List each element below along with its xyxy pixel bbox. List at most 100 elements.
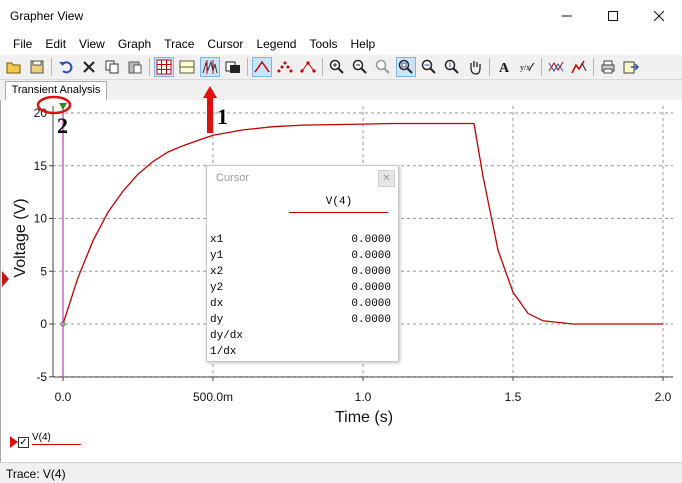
maximize-button[interactable] (590, 0, 636, 32)
x-tick-label: 2.0 (655, 390, 672, 404)
zoom-in-icon (329, 59, 344, 74)
text-a-icon: A (499, 61, 510, 75)
cursor-row-label: y1 (210, 250, 224, 262)
y-tick-label: 10 (34, 212, 48, 226)
zoom-x-button[interactable] (419, 57, 439, 77)
legend-label: V(4) (32, 432, 51, 443)
open-folder-icon (6, 62, 21, 74)
zoom-out-icon (352, 59, 367, 74)
svg-text:A: A (499, 61, 510, 75)
x-axis-label: Time (s) (335, 409, 393, 426)
cursor-panel-title: Cursor (216, 172, 250, 184)
y-tick-label: -5 (36, 370, 47, 384)
annotation-number-2: 2 (57, 113, 68, 138)
cursor-row: dy 0.0000 (210, 314, 391, 330)
x-tick-label: 1.5 (505, 390, 522, 404)
toolbar: A y/x (0, 55, 682, 80)
cursor-row-value: 0.0000 (351, 314, 391, 326)
y-tick-label: 15 (34, 159, 48, 173)
points-icon (277, 61, 293, 73)
check-icon: ✓ (19, 437, 28, 448)
text-button[interactable]: A (494, 57, 514, 77)
cursor-row: y2 0.0000 (210, 282, 391, 298)
paste-icon (128, 61, 142, 74)
menu-edit[interactable]: Edit (39, 34, 73, 54)
cursor-row-label: 1/dx (210, 346, 237, 358)
x-tick-label: 1.0 (355, 390, 372, 404)
legend-checkbox-v4[interactable]: ✓ (18, 437, 29, 448)
menu-help[interactable]: Help (345, 34, 383, 54)
close-icon (654, 11, 664, 21)
menu-cursor[interactable]: Cursor (201, 34, 250, 54)
grid-toggle-button[interactable] (154, 57, 174, 77)
save-button[interactable] (27, 57, 47, 77)
status-text: Trace: V(4) (6, 467, 66, 481)
zoom-y-icon (444, 59, 459, 74)
zoom-area-icon (398, 59, 413, 74)
cursor-row: dy/dx (210, 330, 391, 346)
cursor-toggle-button[interactable] (200, 57, 220, 77)
zoom-area-button[interactable] (396, 57, 416, 77)
zoom-y-button[interactable] (442, 57, 462, 77)
paste-button[interactable] (125, 57, 145, 77)
cursor-row-label: x2 (210, 266, 224, 278)
cursor-layer[interactable] (59, 103, 67, 377)
cursor-panel-close-button[interactable]: ✕ (378, 170, 395, 187)
annotation-circle (36, 95, 72, 115)
line-points-icon (300, 61, 316, 73)
text-format-button[interactable]: y/x (517, 57, 537, 77)
menu-graph[interactable]: Graph (112, 34, 158, 54)
menu-tools[interactable]: Tools (303, 34, 344, 54)
minimize-icon (562, 15, 572, 17)
legend: ✓ V(4) (10, 432, 110, 452)
cursor-row-label: dy/dx (210, 330, 244, 342)
open-button[interactable] (4, 57, 24, 77)
menu-file[interactable]: File (7, 34, 39, 54)
copy-button[interactable] (102, 57, 122, 77)
zoom-in-button[interactable] (327, 57, 347, 77)
cursor-row-label: dx (210, 298, 224, 310)
undo-button[interactable] (56, 57, 76, 77)
pan-hand-icon (470, 61, 481, 75)
undo-icon (59, 61, 73, 74)
text-format-icon: y/x (520, 62, 535, 72)
menu-view[interactable]: View (73, 34, 112, 54)
menu-legend[interactable]: Legend (250, 34, 303, 54)
peak-line-button[interactable] (252, 57, 272, 77)
pan-button[interactable] (465, 57, 485, 77)
save-disk-icon (30, 60, 44, 74)
y-axis-label: Voltage (V) (12, 198, 29, 277)
cursor-row-value: 0.0000 (351, 234, 391, 246)
title-bar: Grapher View (0, 0, 682, 32)
zoom-extent-button[interactable] (373, 57, 393, 77)
split-panel-icon (179, 60, 195, 74)
legend-marker (10, 436, 18, 448)
overlay-button[interactable] (223, 57, 243, 77)
menu-bar: File Edit View Graph Trace Cursor Legend… (0, 33, 682, 55)
cross-trace-icon (548, 61, 564, 72)
cross-trace-button[interactable] (546, 57, 566, 77)
export-button[interactable] (621, 57, 641, 77)
grid-icon (156, 59, 172, 75)
line-points-button[interactable] (298, 57, 318, 77)
cursor-toggle-icon (202, 60, 218, 74)
delete-button[interactable] (79, 57, 99, 77)
cursor-row: 1/dx (210, 346, 391, 362)
cursor-row-label: y2 (210, 282, 224, 294)
annotation-number-1: 1 (217, 104, 228, 129)
y-tick-label: 5 (40, 264, 47, 278)
copy-icon (105, 60, 119, 74)
points-button[interactable] (275, 57, 295, 77)
left-cursor-marker[interactable] (2, 271, 9, 287)
trace-style-button[interactable] (569, 57, 589, 77)
cursor-panel: Cursor ✕ V(4) x1 0.0000 y1 0.0000 x2 0.0… (206, 165, 399, 362)
menu-trace[interactable]: Trace (158, 34, 201, 54)
legend-line-swatch (32, 444, 81, 445)
print-button[interactable] (598, 57, 618, 77)
zoom-out-button[interactable] (350, 57, 370, 77)
split-panel-button[interactable] (177, 57, 197, 77)
close-icon: ✕ (382, 173, 391, 184)
minimize-button[interactable] (544, 0, 590, 32)
cursor-row-label: x1 (210, 234, 224, 246)
close-button[interactable] (636, 0, 682, 32)
